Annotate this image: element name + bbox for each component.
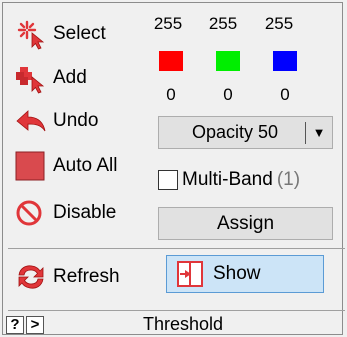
add-blocks-icon xyxy=(15,62,51,94)
undo-arrow-icon xyxy=(15,105,51,137)
max-level-red: 255 xyxy=(153,14,183,33)
multi-band-checkbox[interactable] xyxy=(158,170,178,190)
min-level-red: 0 xyxy=(166,85,176,104)
prohibit-icon xyxy=(15,197,51,229)
threshold-panel: Select Add Undo Auto All Disable 255 255… xyxy=(2,2,345,335)
show-panel-icon xyxy=(177,261,207,287)
undo-button[interactable]: Undo xyxy=(15,104,98,138)
add-label: Add xyxy=(53,67,87,88)
next-button[interactable]: > xyxy=(26,315,44,334)
multi-band-count: (1) xyxy=(276,169,301,190)
blue-swatch[interactable] xyxy=(273,51,297,71)
refresh-arrows-icon xyxy=(15,261,51,293)
undo-label: Undo xyxy=(53,110,99,131)
multi-band-label: Multi-Band xyxy=(182,169,273,190)
add-button[interactable]: Add xyxy=(15,61,87,95)
red-square-icon xyxy=(15,150,51,182)
show-button[interactable]: Show xyxy=(166,255,324,293)
auto-all-label: Auto All xyxy=(53,155,118,176)
red-swatch[interactable] xyxy=(159,51,183,71)
section-divider xyxy=(8,248,345,249)
footer-bar: ? > Threshold xyxy=(3,314,342,335)
select-button[interactable]: Select xyxy=(15,17,106,51)
opacity-value: Opacity 50 xyxy=(191,122,279,142)
panel-title: Threshold xyxy=(143,314,224,334)
auto-all-button[interactable]: Auto All xyxy=(15,149,117,183)
show-label: Show xyxy=(213,263,261,284)
green-swatch[interactable] xyxy=(216,51,240,71)
max-level-green: 255 xyxy=(208,14,238,33)
disable-button[interactable]: Disable xyxy=(15,196,116,230)
assign-button[interactable]: Assign xyxy=(158,207,333,240)
refresh-label: Refresh xyxy=(53,266,120,287)
help-button[interactable]: ? xyxy=(6,315,24,334)
opacity-dropdown[interactable]: Opacity 50 ▼ xyxy=(158,116,333,149)
starburst-select-icon xyxy=(15,18,51,50)
min-level-blue: 0 xyxy=(280,85,290,104)
refresh-button[interactable]: Refresh xyxy=(15,260,120,294)
disable-label: Disable xyxy=(53,202,117,223)
select-label: Select xyxy=(53,23,106,44)
footer-divider xyxy=(8,310,345,311)
chevron-down-icon[interactable]: ▼ xyxy=(306,125,332,140)
assign-label: Assign xyxy=(216,212,275,234)
multi-band-checkbox-row[interactable]: Multi-Band (1) xyxy=(158,169,300,191)
min-level-green: 0 xyxy=(223,85,233,104)
max-level-blue: 255 xyxy=(264,14,294,33)
